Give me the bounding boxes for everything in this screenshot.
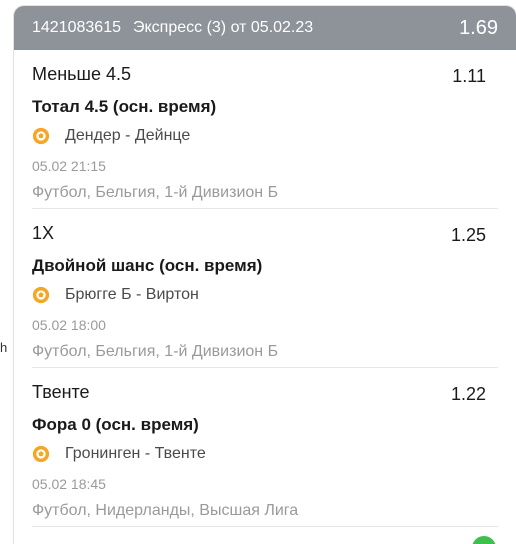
bet-list: Меньше 4.5 1.11 Тотал 4.5 (осн. время) Д… (14, 50, 516, 527)
event-league: Футбол, Нидерланды, Высшая Лига (32, 502, 299, 519)
bet-event: Дендер - Дейнце (32, 127, 190, 145)
event-name: Дендер - Дейнце (65, 127, 191, 144)
bet-ticket-card[interactable]: 1421083615 Экспресс (3) от 05.02.23 1.69… (14, 6, 516, 544)
event-name: Брюгге Б - Виртон (65, 286, 199, 303)
bet-event: Брюгге Б - Виртон (32, 286, 199, 304)
event-name: Гронинген - Твенте (65, 445, 206, 462)
event-time: 05.02 21:15 (32, 158, 106, 174)
soccer-ball-icon (32, 445, 50, 463)
stray-edge-text: h (0, 340, 8, 355)
bet-event: Гронинген - Твенте (32, 445, 206, 463)
bet-odds: 1.11 (452, 66, 486, 86)
bet-item[interactable]: Меньше 4.5 1.11 Тотал 4.5 (осн. время) Д… (14, 50, 516, 209)
soccer-ball-icon (32, 127, 50, 145)
soccer-ball-icon (32, 286, 50, 304)
divider (32, 526, 498, 527)
bet-odds: 1.25 (450, 225, 486, 245)
left-gutter (0, 0, 14, 544)
event-time: 05.02 18:45 (32, 476, 106, 492)
bet-odds: 1.22 (450, 384, 486, 404)
ticket-total-odds: 1.69 (459, 16, 498, 39)
event-league: Футбол, Бельгия, 1-й Дивизион Б (32, 343, 279, 360)
bet-item[interactable]: 1X 1.25 Двойной шанс (осн. время) Брюгге… (14, 209, 516, 368)
bet-pick: 1X (32, 223, 55, 243)
event-time: 05.02 18:00 (32, 317, 106, 333)
event-league: Футбол, Бельгия, 1-й Дивизион Б (32, 184, 279, 201)
bet-pick: Твенте (32, 382, 90, 402)
bet-market: Тотал 4.5 (осн. время) (32, 97, 217, 116)
bet-market: Двойной шанс (осн. время) (32, 256, 263, 275)
ticket-header[interactable]: 1421083615 Экспресс (3) от 05.02.23 1.69 (14, 6, 516, 50)
bet-item[interactable]: Твенте 1.22 Фора 0 (осн. время) Гронинге… (14, 368, 516, 527)
ticket-id: 1421083615 (32, 19, 121, 36)
screen: h 1421083615 Экспресс (3) от 05.02.23 1.… (0, 0, 516, 544)
bet-pick: Меньше 4.5 (32, 64, 131, 84)
ticket-type: Экспресс (3) от 05.02.23 (132, 19, 314, 36)
bet-market: Фора 0 (осн. время) (32, 415, 199, 434)
